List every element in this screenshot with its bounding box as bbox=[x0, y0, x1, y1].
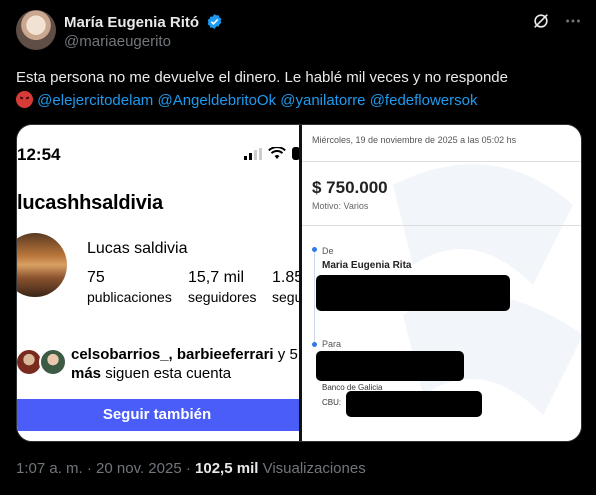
followed-by-more: más bbox=[71, 365, 102, 382]
mention-link[interactable]: @yanilatorre bbox=[280, 92, 365, 109]
redacted-block bbox=[316, 275, 510, 311]
follow-back-button[interactable]: Seguir también bbox=[17, 399, 300, 431]
tweet-media[interactable]: 12:54 lucashhsaldivia Lucas saldivia 75 … bbox=[16, 124, 582, 442]
wifi-icon bbox=[268, 146, 286, 165]
meta-separator: · bbox=[185, 460, 191, 477]
more-options-icon[interactable] bbox=[564, 12, 582, 30]
views-label: Visualizaciones bbox=[262, 460, 366, 477]
divider bbox=[302, 161, 581, 162]
transfer-receipt[interactable]: Miércoles, 19 de noviembre de 2025 a las… bbox=[302, 125, 581, 441]
followed-by-text: celsobarrios_, barbieeferrari y 5 más si… bbox=[71, 345, 298, 383]
timeline-line bbox=[314, 251, 315, 347]
signal-icon bbox=[244, 147, 262, 165]
stat-posts[interactable]: 75 publicaciones bbox=[87, 269, 172, 305]
mention-link[interactable]: @elejercitodelam bbox=[37, 92, 153, 109]
redacted-block bbox=[346, 391, 482, 417]
transfer-motivo: Motivo: Varios bbox=[312, 201, 369, 211]
transfer-date: Miércoles, 19 de noviembre de 2025 a las… bbox=[312, 135, 517, 145]
from-label: De bbox=[322, 246, 334, 256]
stat-label: seguidores bbox=[188, 289, 257, 305]
avatar[interactable] bbox=[16, 10, 56, 50]
transfer-amount: $ 750.000 bbox=[312, 178, 388, 197]
followed-by-suffix: siguen esta cuenta bbox=[105, 365, 232, 382]
divider bbox=[302, 225, 581, 226]
profile-username: lucashhsaldivia bbox=[17, 192, 163, 214]
instagram-screenshot[interactable]: 12:54 lucashhsaldivia Lucas saldivia 75 … bbox=[17, 125, 300, 441]
stat-following[interactable]: 1.85 segu bbox=[272, 269, 300, 305]
sender-name: Maria Eugenia Rita bbox=[322, 260, 412, 271]
author-name[interactable]: María Eugenia Ritó bbox=[64, 14, 199, 31]
followed-by-count: y 5 bbox=[277, 346, 298, 363]
redacted-block bbox=[316, 351, 464, 381]
verified-badge-icon bbox=[206, 13, 223, 34]
author-name-line[interactable]: María Eugenia Ritó bbox=[64, 13, 223, 34]
post-date[interactable]: 20 nov. 2025 bbox=[96, 460, 182, 477]
author-handle[interactable]: @mariaeugerito bbox=[64, 33, 171, 50]
stat-label: publicaciones bbox=[87, 289, 172, 305]
stat-number: 1.85 bbox=[272, 269, 300, 286]
status-icons bbox=[244, 146, 300, 165]
post-time[interactable]: 1:07 a. m. bbox=[16, 460, 83, 477]
tweet-header: María Eugenia Ritó @mariaeugerito bbox=[16, 10, 584, 54]
stat-number: 15,7 mil bbox=[188, 269, 245, 286]
timeline-dot bbox=[312, 247, 317, 252]
mention-link[interactable]: @fedeflowersok bbox=[370, 92, 478, 109]
grok-icon[interactable] bbox=[532, 12, 550, 30]
profile-full-name: Lucas saldivia bbox=[87, 240, 188, 257]
profile-picture[interactable] bbox=[17, 233, 67, 297]
stat-followers[interactable]: 15,7 mil seguidores bbox=[188, 269, 257, 305]
timeline-dot bbox=[312, 342, 317, 347]
tweet-body: Esta persona no me devuelve el dinero. L… bbox=[16, 69, 508, 86]
followed-by[interactable]: celsobarrios_, barbieeferrari y 5 más si… bbox=[17, 345, 300, 385]
views-count[interactable]: 102,5 mil bbox=[195, 460, 258, 477]
meta-separator: · bbox=[86, 460, 92, 477]
tweet-meta: 1:07 a. m. · 20 nov. 2025 · 102,5 mil Vi… bbox=[16, 460, 366, 477]
to-label: Para bbox=[322, 339, 342, 349]
angry-face-icon bbox=[16, 91, 33, 108]
stat-number: 75 bbox=[87, 269, 105, 286]
stat-label: segu bbox=[272, 289, 300, 305]
tweet-text: Esta persona no me devuelve el dinero. L… bbox=[16, 66, 582, 112]
followed-by-names: celsobarrios_, barbieeferrari bbox=[71, 346, 274, 363]
status-time: 12:54 bbox=[17, 145, 61, 164]
mention-link[interactable]: @AngeldebritoOk bbox=[157, 92, 276, 109]
follower-avatar bbox=[39, 348, 67, 376]
cbu-label: CBU: bbox=[322, 398, 342, 407]
header-actions bbox=[532, 12, 582, 30]
